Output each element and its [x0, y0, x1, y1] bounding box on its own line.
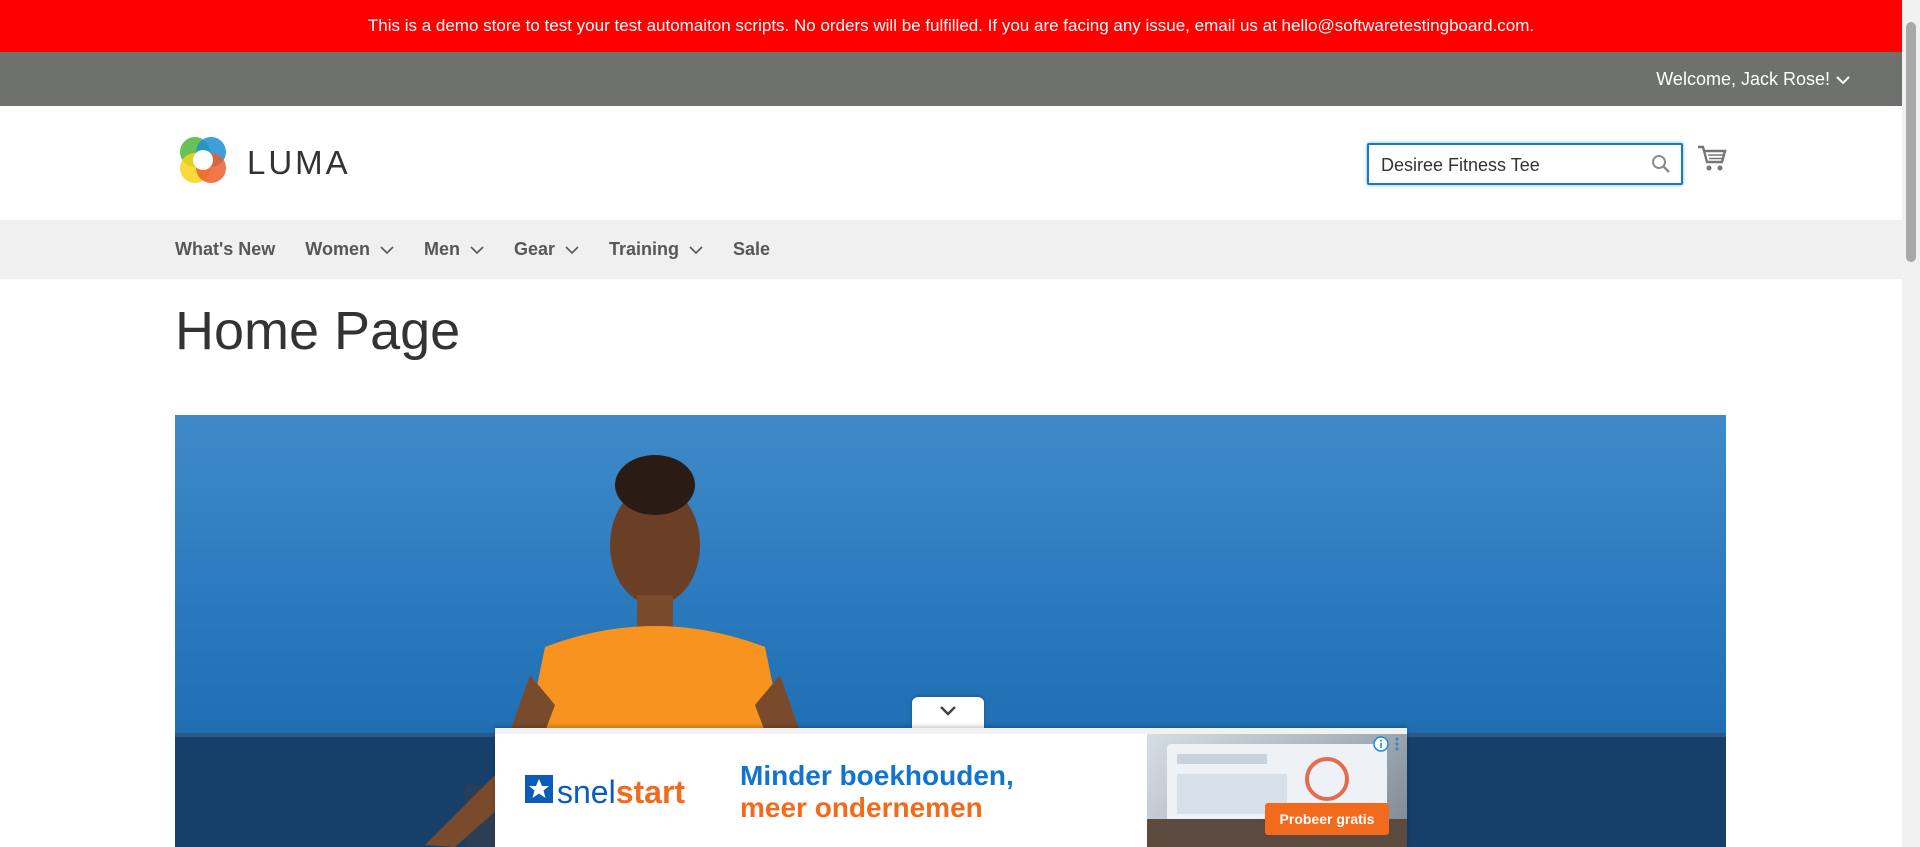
- chevron-down-icon[interactable]: [689, 239, 703, 260]
- chevron-down-icon[interactable]: [380, 239, 394, 260]
- page-scrollbar[interactable]: [1902, 0, 1920, 847]
- nav-item-what-s-new[interactable]: What's New: [175, 239, 275, 260]
- ad-headline-line-2: meer ondernemen: [740, 792, 983, 823]
- nav-item-label: Women: [305, 239, 370, 259]
- chevron-down-icon[interactable]: [470, 239, 484, 260]
- nav-item-label: Sale: [733, 239, 771, 259]
- ad-brand-logo[interactable]: snel start: [525, 774, 685, 811]
- nav-item-label: Gear: [513, 239, 555, 259]
- site-header: LUMA: [0, 106, 1902, 220]
- info-icon[interactable]: [1373, 736, 1389, 757]
- chevron-down-icon[interactable]: [939, 704, 957, 722]
- search-input[interactable]: [1369, 145, 1653, 185]
- customer-welcome-menu[interactable]: Welcome, Jack Rose!: [1656, 52, 1850, 106]
- cart-icon[interactable]: [1697, 144, 1727, 177]
- more-icon[interactable]: [1393, 736, 1401, 757]
- demo-notice-text: This is a demo store to test your test a…: [367, 16, 1535, 35]
- luma-logo[interactable]: LUMA: [175, 132, 351, 193]
- nav-item-sale[interactable]: Sale: [733, 239, 770, 260]
- ad-cta-button[interactable]: Probeer gratis: [1265, 803, 1389, 835]
- demo-notice-bar: This is a demo store to test your test a…: [0, 0, 1902, 52]
- luma-logo-icon[interactable]: [175, 132, 231, 193]
- nav-item-label: Training: [609, 239, 680, 259]
- search-icon[interactable]: [1651, 154, 1671, 179]
- ad-brand-plain: snel: [557, 774, 616, 810]
- star-icon: [525, 774, 553, 811]
- welcome-text: Welcome, Jack Rose!: [1656, 68, 1830, 89]
- ad-headline[interactable]: Minder boekhouden, meer ondernemen: [740, 760, 1014, 824]
- chevron-down-icon[interactable]: [1836, 69, 1850, 90]
- ad-headline-line-1: Minder boekhouden,: [740, 760, 1014, 791]
- logo-text: LUMA: [247, 143, 351, 181]
- nav-items: What's New Women Men Gear Training Sale: [175, 220, 800, 279]
- nav-item-label: Men: [423, 239, 460, 259]
- scrollbar-thumb[interactable]: [1906, 22, 1916, 262]
- ad-collapse-toggle[interactable]: [912, 697, 984, 729]
- search-box[interactable]: [1367, 143, 1683, 185]
- nav-item-women[interactable]: Women: [305, 239, 394, 260]
- nav-item-gear[interactable]: Gear: [514, 239, 579, 260]
- main-navigation: What's New Women Men Gear Training Sale: [0, 220, 1902, 279]
- panel-header: Welcome, Jack Rose!: [0, 52, 1902, 106]
- advertisement-banner[interactable]: snel start Minder boekhouden, meer ondern…: [495, 728, 1407, 847]
- page-title: Home Page: [175, 301, 461, 361]
- nav-item-label: What's New: [175, 239, 276, 259]
- nav-item-men[interactable]: Men: [424, 239, 484, 260]
- ad-info-controls: [1373, 736, 1401, 757]
- ad-brand-accent: start: [615, 774, 686, 810]
- nav-item-training[interactable]: Training: [609, 239, 703, 260]
- chevron-down-icon[interactable]: [565, 239, 579, 260]
